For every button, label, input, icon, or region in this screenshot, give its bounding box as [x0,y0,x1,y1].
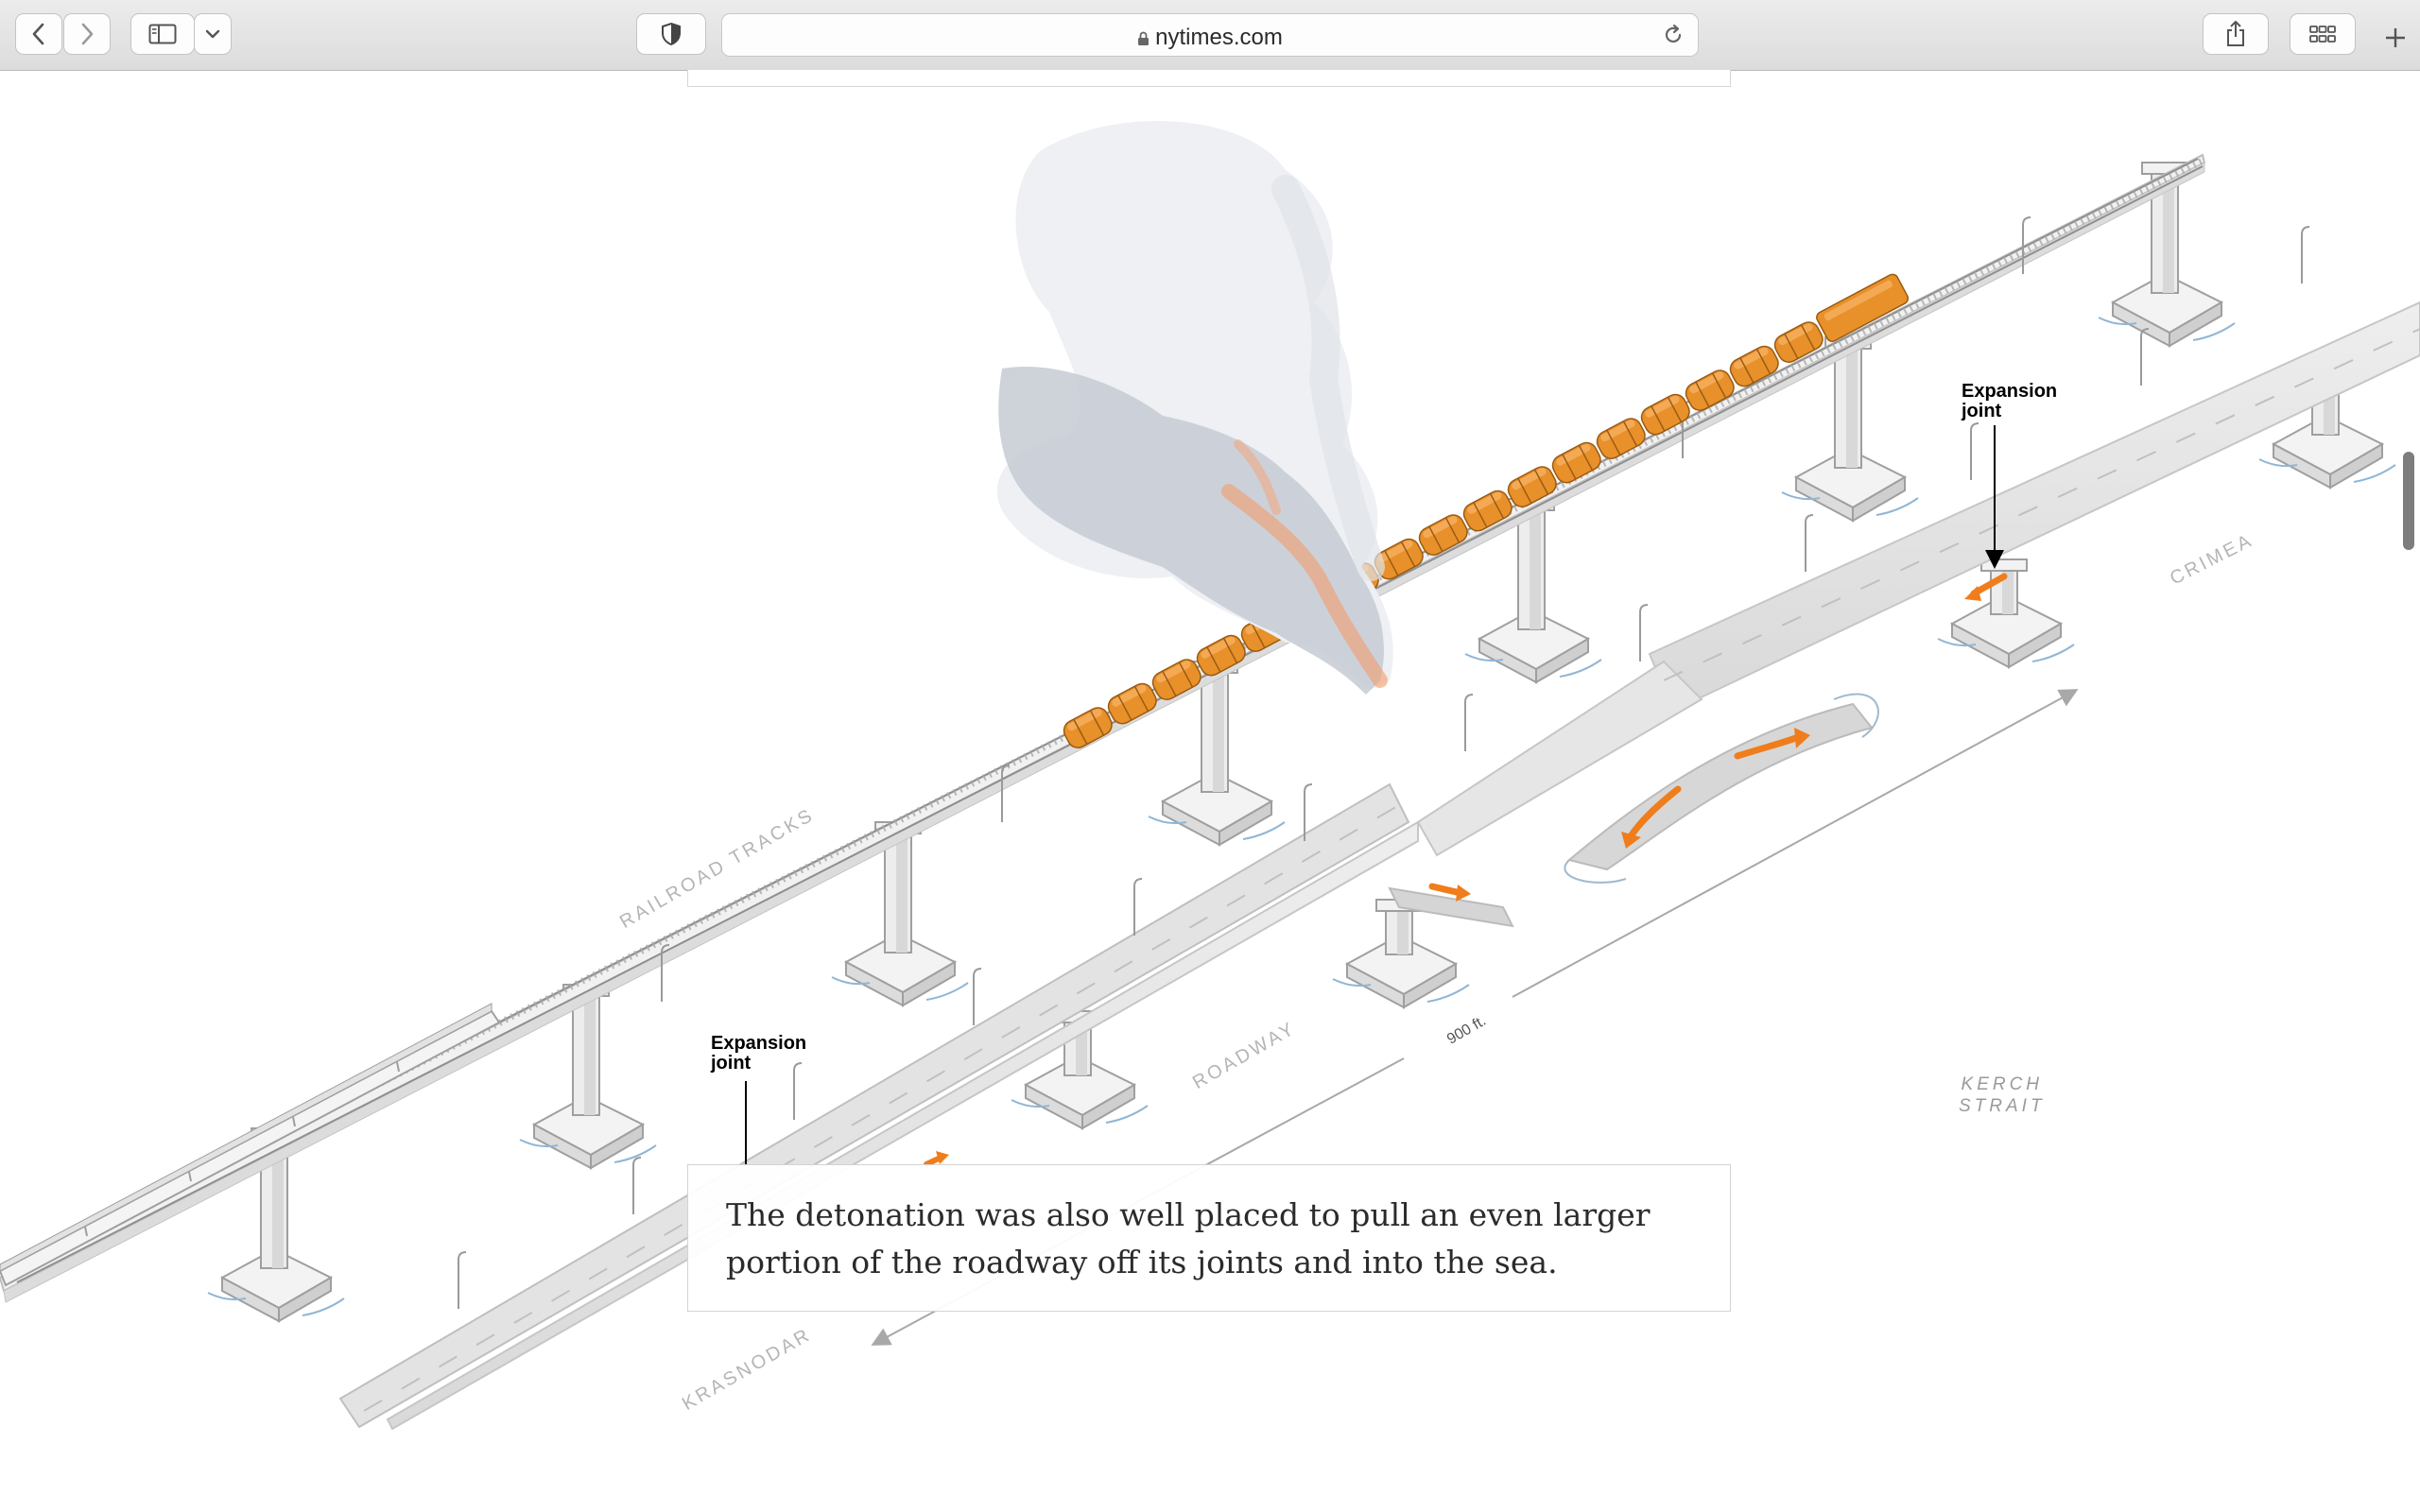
smoke-plume [996,120,1393,695]
url-field[interactable]: nytimes.com [722,25,1698,51]
passenger-train [0,1003,501,1287]
annotation-line: Expansion [1962,381,2058,402]
pier-column-shade [1846,345,1858,468]
chevron-left-icon [32,23,45,45]
lamp-arm [1464,694,1474,703]
tab-overview-button[interactable] [2290,13,2356,55]
lamp-post [973,968,982,1025]
lamp-post [1464,694,1474,751]
lamp-arm [1133,878,1143,887]
annotation-line: joint [1962,401,2002,421]
strait-line: STRAIT [1959,1096,2046,1116]
chevron-right-icon [80,23,94,45]
lamp-arm [2022,216,2031,226]
lamp-post [458,1251,467,1309]
lamp-post [2140,328,2150,386]
sidebar-button[interactable] [130,13,195,55]
pier-column-shade [1530,507,1541,629]
lamp-post [1639,604,1649,662]
lamp-arm [458,1251,467,1261]
grid-icon [2309,26,2336,43]
expansion-joint-label: Expansion joint [1962,382,2057,421]
lamp-arm [1970,422,1979,432]
privacy-report-button[interactable] [636,13,706,55]
lamp-arm [632,1157,642,1166]
lamp-arm [1639,604,1649,613]
address-bar[interactable]: nytimes.com [721,13,1699,57]
sidebar-menu-button[interactable] [194,13,232,55]
lamp-arm [973,968,982,977]
annotation-line: joint [711,1053,752,1074]
chevron-down-icon [205,29,220,39]
annotation-line: Expansion [711,1033,807,1054]
pier-column-shade [896,830,908,953]
kerch-strait-label: KERCH STRAIT [1959,1074,2046,1117]
shield-icon [661,22,682,46]
lamp-post [632,1157,642,1214]
lamp-post [1805,514,1814,572]
plus-icon [2384,26,2407,54]
share-button[interactable] [2203,13,2269,55]
lamp-post [1133,878,1143,936]
scrollbar-thumb[interactable] [2403,452,2414,550]
lamp-post [2301,226,2310,284]
lamp-arm [2301,226,2310,235]
reload-icon[interactable] [1662,24,1685,51]
callout-text: The detonation was also well placed to p… [726,1196,1651,1280]
lamp-post [1970,422,1979,480]
pier-column-shade [584,992,596,1115]
lamp-arm [1304,783,1313,793]
lamp-arm [1805,514,1814,524]
browser-toolbar: nytimes.com [0,0,2420,71]
strait-line: KERCH [1961,1074,2044,1094]
forward-button[interactable] [63,13,111,55]
previous-callout-box [687,70,1731,87]
lock-icon [1137,26,1150,45]
new-tab-button[interactable] [2371,15,2420,70]
share-icon [2224,20,2247,48]
back-button[interactable] [15,13,62,55]
story-callout: The detonation was also well placed to p… [687,1164,1731,1312]
sidebar-icon [148,24,177,44]
pier-column-shade [1397,907,1409,954]
expansion-joint-label: Expansion joint [711,1034,806,1074]
pier-column-shade [1213,669,1224,792]
url-text: nytimes.com [1155,25,1283,50]
